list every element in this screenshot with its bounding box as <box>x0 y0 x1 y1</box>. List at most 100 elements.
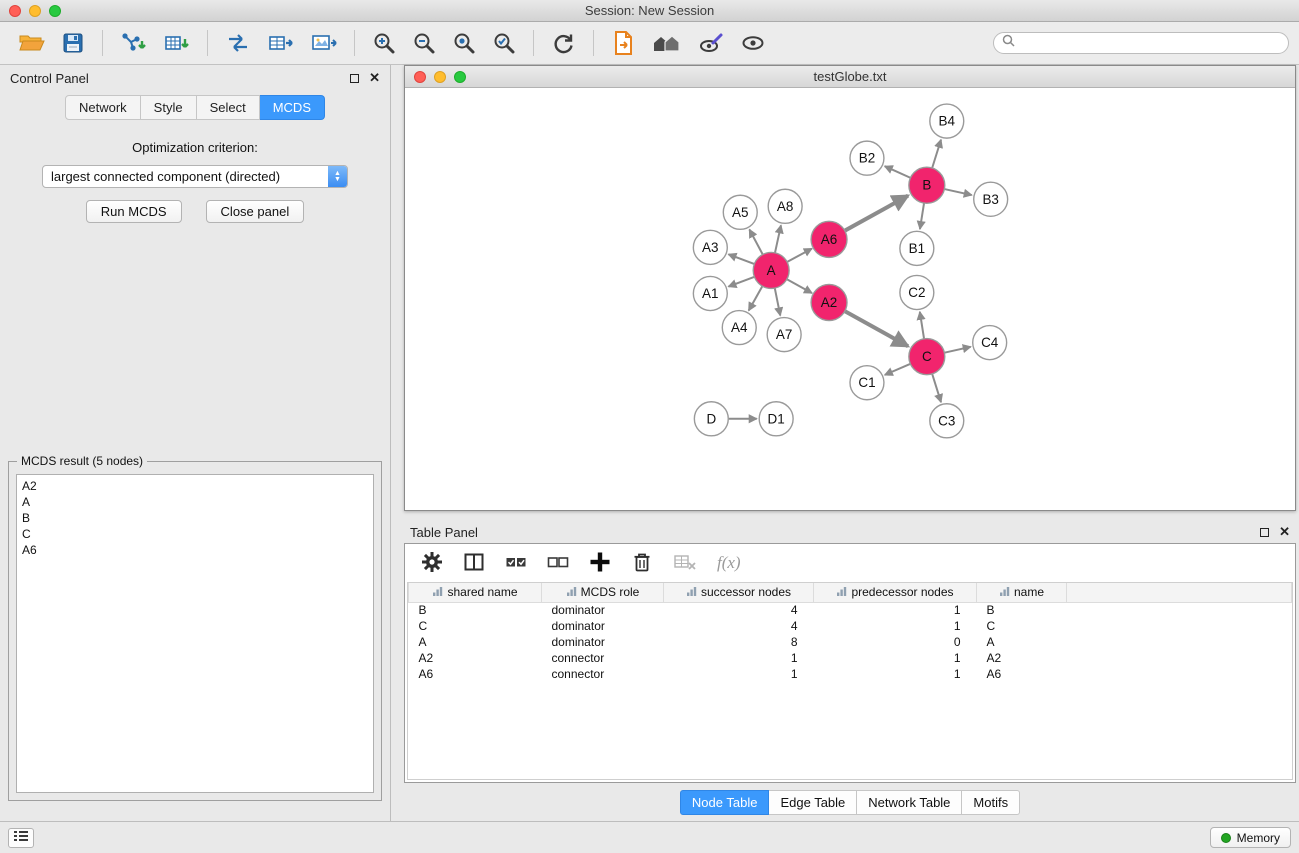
tab-style[interactable]: Style <box>141 95 197 120</box>
table-cell[interactable]: dominator <box>542 602 664 618</box>
graph-edge-A2-C[interactable] <box>844 311 908 346</box>
table-cell[interactable]: A2 <box>977 650 1067 666</box>
table-cell[interactable]: 1 <box>814 666 977 682</box>
table-cell[interactable]: connector <box>542 666 664 682</box>
show-column-button[interactable] <box>463 551 485 576</box>
tab-network-table[interactable]: Network Table <box>857 790 962 815</box>
visibility-button[interactable] <box>736 29 770 57</box>
graph-node-C4[interactable]: C4 <box>973 326 1007 360</box>
export-table-button[interactable] <box>263 29 298 57</box>
result-item[interactable]: B <box>22 510 368 526</box>
graph-edge-C-C1[interactable] <box>885 364 911 375</box>
table-cell[interactable]: C <box>409 618 542 634</box>
tab-node-table[interactable]: Node Table <box>680 790 770 815</box>
table-cell[interactable]: B <box>409 602 542 618</box>
select-all-button[interactable] <box>505 551 527 576</box>
close-window-button[interactable] <box>9 5 21 17</box>
graph-node-B[interactable]: B <box>909 167 945 203</box>
network-graph[interactable]: B4B2BB3A8A5A6A3B1AC2A1A2A4A7C4CC1C3DD1 <box>405 88 1295 510</box>
close-panel-icon[interactable]: ✕ <box>369 73 380 83</box>
column-header-successor-nodes[interactable]: successor nodes <box>664 583 814 602</box>
graph-edge-B-B3[interactable] <box>944 189 972 195</box>
export-image-button[interactable] <box>306 29 341 57</box>
optimization-criterion-select[interactable]: largest connected component (directed) ▲… <box>42 165 348 188</box>
column-header-MCDS-role[interactable]: MCDS role <box>542 583 664 602</box>
graph-edge-A-A1[interactable] <box>728 277 754 287</box>
column-header-shared-name[interactable]: shared name <box>409 583 542 602</box>
show-panel-button[interactable] <box>8 828 34 848</box>
graph-edge-B-B2[interactable] <box>885 166 911 178</box>
table-cell[interactable]: A6 <box>409 666 542 682</box>
graph-edge-C-C3[interactable] <box>932 373 941 402</box>
table-cell[interactable]: dominator <box>542 634 664 650</box>
tab-network[interactable]: Network <box>65 95 141 120</box>
tab-edge-table[interactable]: Edge Table <box>769 790 857 815</box>
refresh-view-button[interactable] <box>547 29 580 57</box>
column-header-name[interactable]: name <box>977 583 1067 602</box>
graph-edge-A-A8[interactable] <box>775 225 781 253</box>
graph-edge-A-A4[interactable] <box>749 286 763 311</box>
table-cell[interactable]: connector <box>542 650 664 666</box>
table-cell[interactable]: A <box>977 634 1067 650</box>
result-item[interactable]: A6 <box>22 542 368 558</box>
graph-edge-B-B4[interactable] <box>932 140 941 169</box>
network-close-button[interactable] <box>414 71 426 83</box>
add-column-button[interactable] <box>589 551 611 576</box>
table-cell[interactable]: B <box>977 602 1067 618</box>
import-table-button[interactable] <box>159 29 194 57</box>
zoom-window-button[interactable] <box>49 5 61 17</box>
graph-node-D1[interactable]: D1 <box>759 402 793 436</box>
table-row[interactable]: A2connector11A2 <box>409 650 1292 666</box>
graph-node-A1[interactable]: A1 <box>693 276 727 310</box>
deselect-all-button[interactable] <box>547 551 569 576</box>
table-cell[interactable]: 1 <box>814 618 977 634</box>
table-row[interactable]: Bdominator41B <box>409 602 1292 618</box>
graph-node-C2[interactable]: C2 <box>900 275 934 309</box>
table-cell[interactable]: 1 <box>814 602 977 618</box>
table-cell[interactable]: 4 <box>664 618 814 634</box>
run-mcds-button[interactable]: Run MCDS <box>86 200 182 223</box>
table-cell[interactable]: 8 <box>664 634 814 650</box>
close-panel-button[interactable]: Close panel <box>206 200 305 223</box>
table-row[interactable]: A6connector11A6 <box>409 666 1292 682</box>
network-zoom-button[interactable] <box>454 71 466 83</box>
graph-node-B2[interactable]: B2 <box>850 141 884 175</box>
zoom-out-button[interactable] <box>408 29 440 57</box>
float-panel-icon[interactable] <box>350 74 359 83</box>
result-item[interactable]: A2 <box>22 478 368 494</box>
graph-edge-C-C2[interactable] <box>920 312 924 339</box>
zoom-in-button[interactable] <box>368 29 400 57</box>
graph-edge-A-A2[interactable] <box>786 279 812 293</box>
float-table-panel-icon[interactable] <box>1260 528 1269 537</box>
graph-node-B4[interactable]: B4 <box>930 104 964 138</box>
table-cell[interactable]: A <box>409 634 542 650</box>
graph-node-C[interactable]: C <box>909 339 945 375</box>
network-canvas[interactable]: B4B2BB3A8A5A6A3B1AC2A1A2A4A7C4CC1C3DD1 <box>405 88 1295 510</box>
column-header-predecessor-nodes[interactable]: predecessor nodes <box>814 583 977 602</box>
table-cell[interactable]: 1 <box>664 650 814 666</box>
graph-edge-B-B1[interactable] <box>920 203 924 229</box>
result-item[interactable]: A <box>22 494 368 510</box>
close-table-panel-icon[interactable]: ✕ <box>1279 527 1290 537</box>
graph-edge-A-A3[interactable] <box>728 254 754 264</box>
tab-motifs[interactable]: Motifs <box>962 790 1020 815</box>
graph-node-A2[interactable]: A2 <box>811 284 847 320</box>
zoom-fit-button[interactable] <box>448 29 480 57</box>
manage-apps-button[interactable] <box>607 28 640 58</box>
mcds-result-list[interactable]: A2ABCA6 <box>16 474 374 793</box>
graph-edge-A6-B[interactable] <box>844 196 908 231</box>
import-network-button[interactable] <box>116 29 151 57</box>
import-table-disabled-button[interactable] <box>673 551 697 576</box>
zoom-selected-button[interactable] <box>488 29 520 57</box>
graph-edge-C-C4[interactable] <box>944 347 971 353</box>
graph-edge-A-A7[interactable] <box>775 288 781 316</box>
tab-mcds[interactable]: MCDS <box>260 95 325 120</box>
table-row[interactable]: Cdominator41C <box>409 618 1292 634</box>
table-cell[interactable]: 0 <box>814 634 977 650</box>
open-session-button[interactable] <box>14 29 49 57</box>
network-overview-button[interactable] <box>648 29 686 57</box>
graph-node-A4[interactable]: A4 <box>722 311 756 345</box>
table-cell[interactable]: 1 <box>814 650 977 666</box>
table-cell[interactable]: C <box>977 618 1067 634</box>
table-cell[interactable]: dominator <box>542 618 664 634</box>
